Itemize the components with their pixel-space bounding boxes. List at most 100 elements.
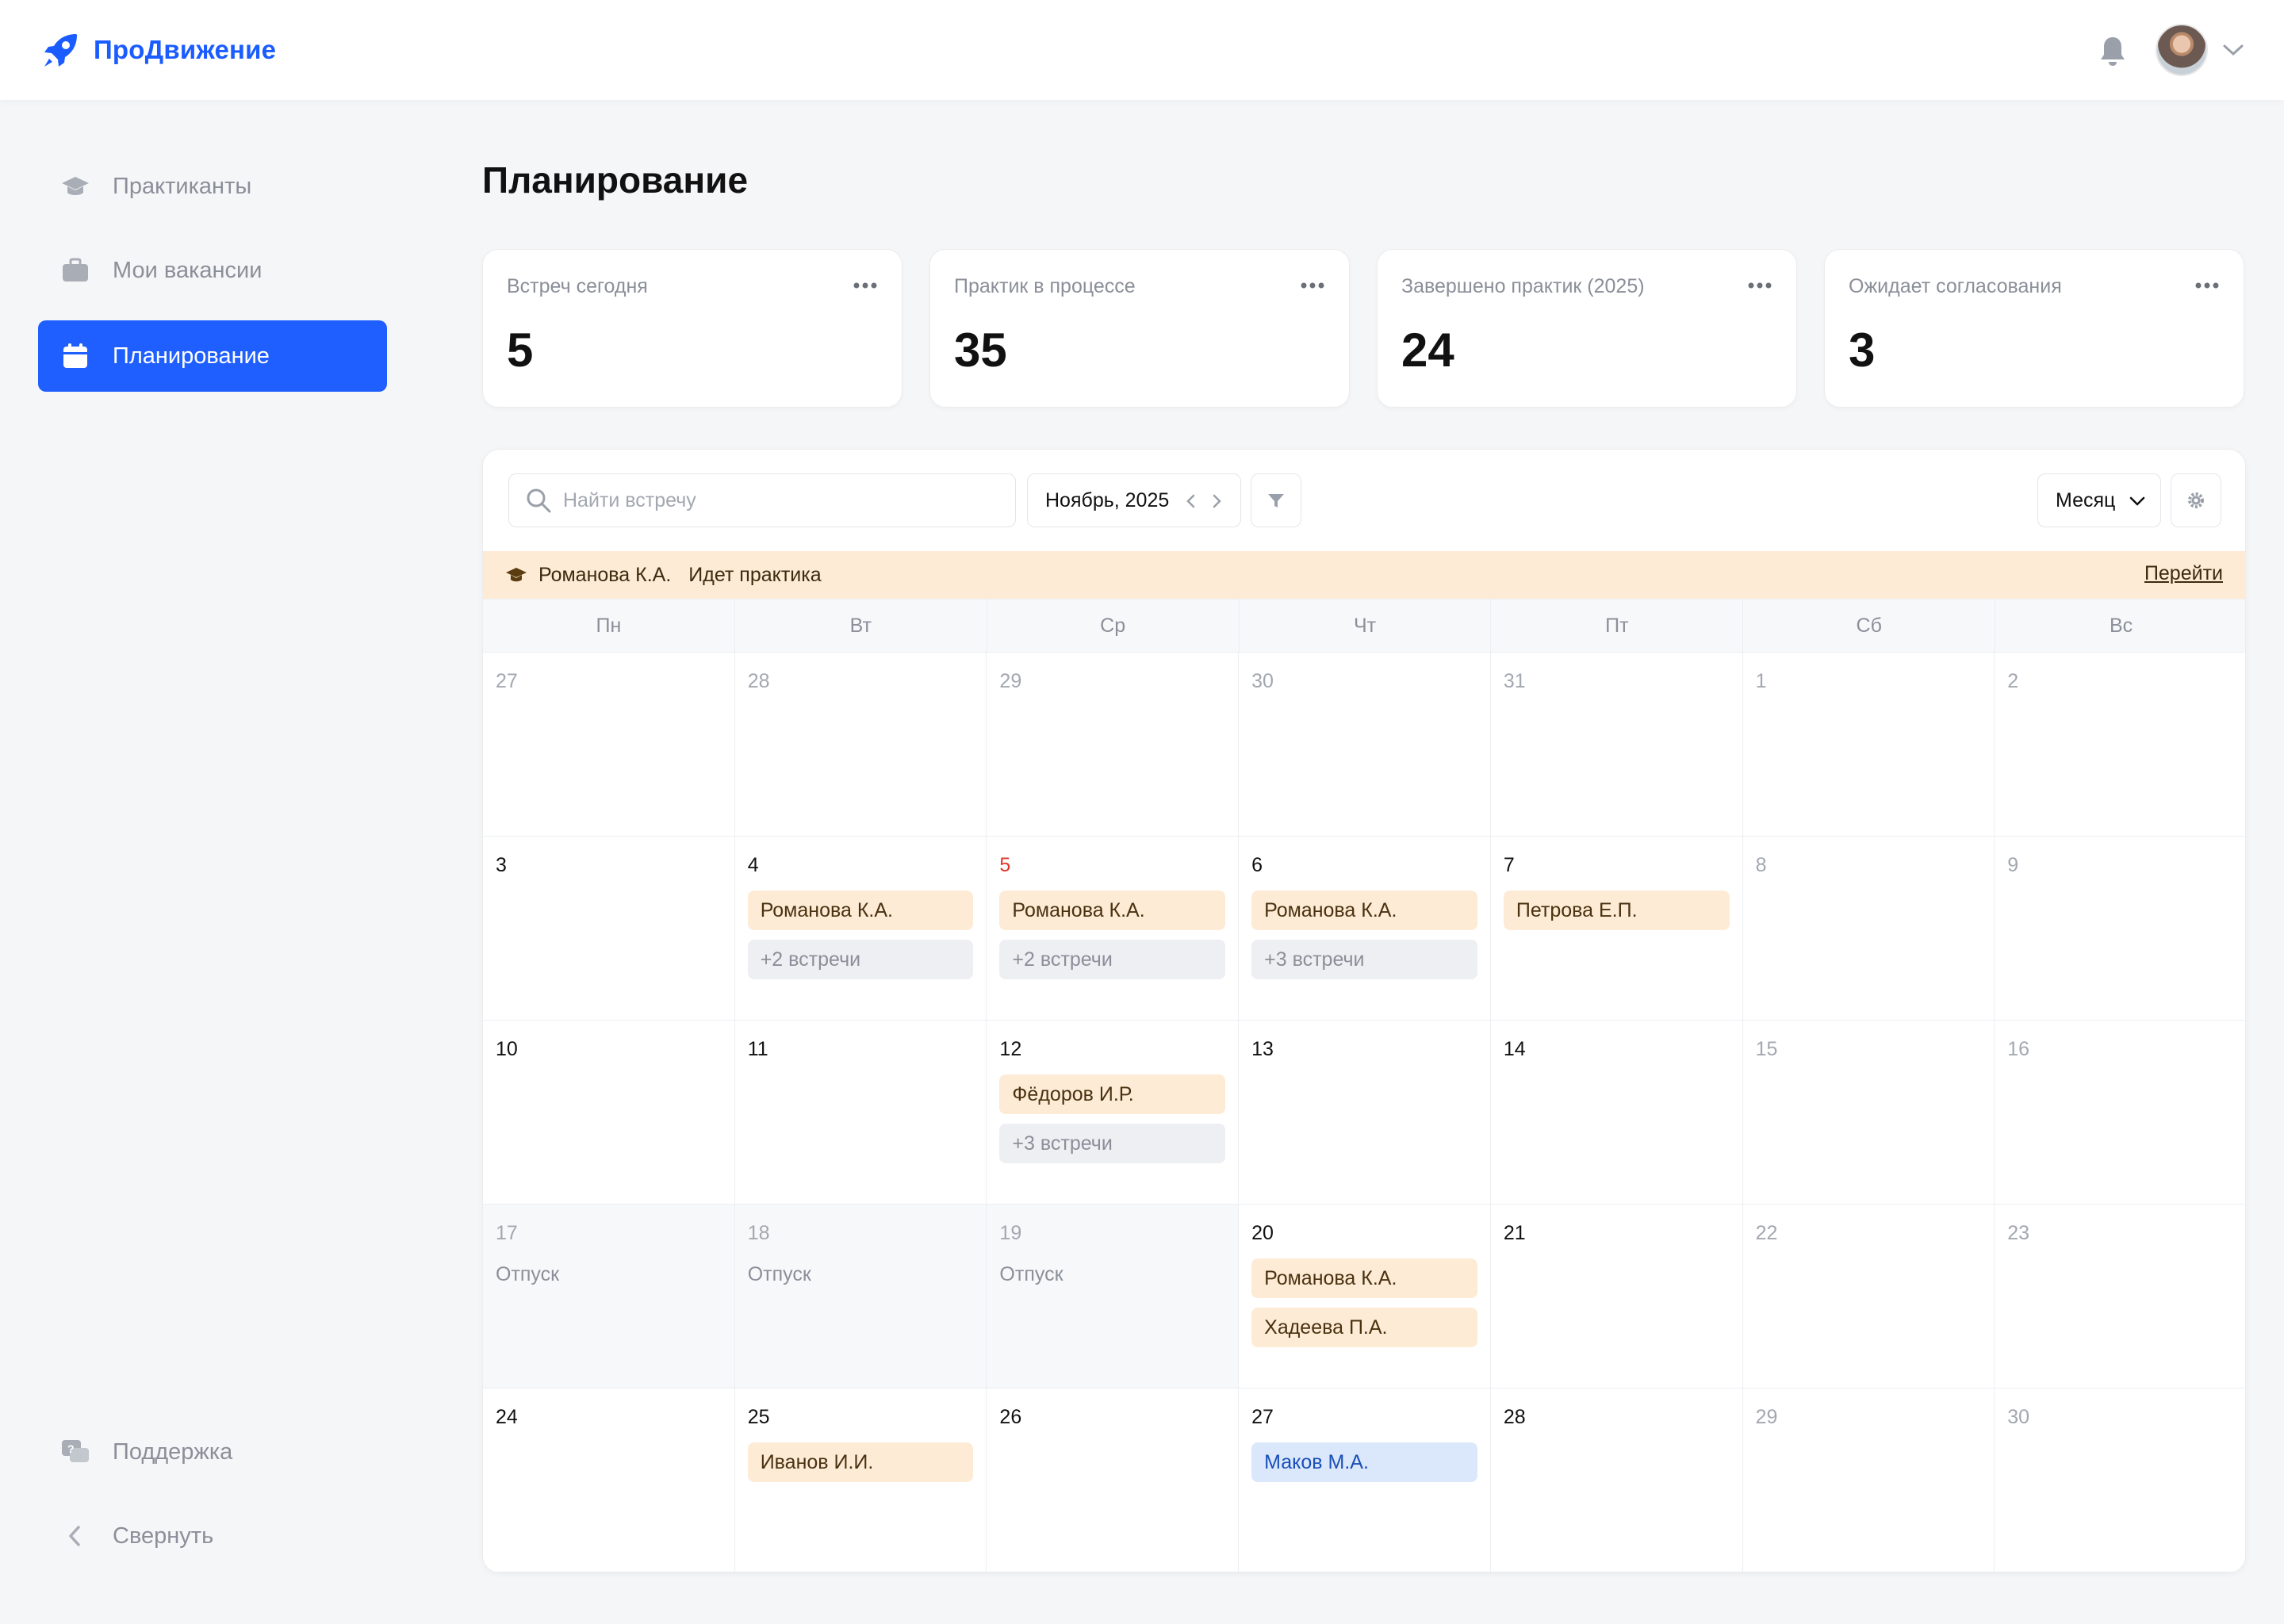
sidebar-item-planning[interactable]: Планирование xyxy=(38,320,387,392)
view-select[interactable]: Месяц xyxy=(2037,473,2161,527)
day-note: Отпуск xyxy=(999,1263,1063,1285)
filter-button[interactable] xyxy=(1251,473,1301,527)
chevron-down-icon[interactable] xyxy=(2222,43,2244,57)
calendar-day-cell[interactable]: 20 Романова К.А. Хадеева П.А. xyxy=(1239,1205,1491,1388)
more-dots-icon[interactable] xyxy=(1747,282,1772,289)
weekday-label: Вт xyxy=(735,599,987,652)
calendar-day-cell[interactable]: 2 xyxy=(1995,653,2245,837)
more-meetings-chip[interactable]: +3 встречи xyxy=(999,1124,1226,1163)
calendar-day-cell[interactable]: 23 xyxy=(1995,1205,2245,1388)
page-title: Планирование xyxy=(482,159,749,201)
banner-go-link[interactable]: Перейти xyxy=(2144,562,2223,585)
calendar-day-cell[interactable]: 17 Отпуск xyxy=(483,1205,735,1388)
day-number: 16 xyxy=(2007,1038,2030,1060)
meeting-chip[interactable]: Романова К.А. xyxy=(999,891,1226,930)
day-number: 4 xyxy=(747,854,759,876)
calendar-day-cell[interactable]: 21 xyxy=(1490,1205,1743,1388)
calendar-day-cell[interactable]: 6 Романова К.А. +3 встречи xyxy=(1239,837,1491,1021)
calendar-day-cell[interactable]: 25 Иванов И.И. xyxy=(734,1388,987,1572)
meeting-chip[interactable]: Хадеева П.А. xyxy=(1251,1308,1477,1347)
calendar-day-cell[interactable]: 27 xyxy=(483,653,735,837)
calendar-day-cell[interactable]: 14 xyxy=(1490,1021,1743,1205)
svg-text:?: ? xyxy=(67,1442,75,1455)
settings-button[interactable] xyxy=(2171,473,2221,527)
sidebar-item-interns[interactable]: Практиканты xyxy=(38,151,387,222)
day-number: 5 xyxy=(999,854,1011,876)
stat-value: 24 xyxy=(1401,324,1454,377)
meeting-chip[interactable]: Романова К.А. xyxy=(747,891,974,930)
day-number: 28 xyxy=(747,670,770,692)
calendar-day-cell[interactable]: 5 Романова К.А. +2 встречи xyxy=(987,837,1240,1021)
calendar-day-cell[interactable]: 12 Фёдоров И.Р. +3 встречи xyxy=(987,1021,1240,1205)
more-meetings-chip[interactable]: +2 встречи xyxy=(999,940,1226,979)
gear-icon xyxy=(2188,492,2204,508)
calendar-day-cell[interactable]: 30 xyxy=(1995,1388,2245,1572)
more-meetings-chip[interactable]: +3 встречи xyxy=(1251,940,1477,979)
calendar-day-cell[interactable]: 8 xyxy=(1742,837,1995,1021)
calendar-day-cell[interactable]: 7 Петрова Е.П. xyxy=(1490,837,1743,1021)
meeting-chip[interactable]: Иванов И.И. xyxy=(747,1442,974,1482)
bell-icon[interactable] xyxy=(2098,35,2127,67)
calendar-day-cell[interactable]: 22 xyxy=(1742,1205,1995,1388)
calendar-day-cell[interactable]: 18 Отпуск xyxy=(734,1205,987,1388)
day-note: Отпуск xyxy=(747,1263,811,1285)
calendar-day-cell[interactable]: 28 xyxy=(1490,1388,1743,1572)
chevron-left-icon xyxy=(69,1526,80,1546)
calendar-day-cell[interactable]: 4 Романова К.А. +2 встречи xyxy=(734,837,987,1021)
calendar-day-cell[interactable]: 3 xyxy=(483,837,735,1021)
more-dots-icon[interactable] xyxy=(1300,282,1325,289)
meeting-chip[interactable]: Маков М.А. xyxy=(1251,1442,1477,1482)
month-picker[interactable]: Ноябрь, 2025 xyxy=(1027,473,1241,527)
day-number: 3 xyxy=(496,854,507,876)
avatar[interactable] xyxy=(2156,24,2208,76)
search-box[interactable] xyxy=(508,473,1016,527)
more-dots-icon[interactable] xyxy=(853,282,878,289)
more-dots-icon[interactable] xyxy=(2194,282,2220,289)
day-number: 1 xyxy=(1755,670,1767,692)
sidebar-item-vacancies[interactable]: Мои вакансии xyxy=(38,235,387,306)
calendar-day-cell[interactable]: 26 xyxy=(987,1388,1240,1572)
meeting-chip[interactable]: Фёдоров И.Р. xyxy=(999,1074,1226,1114)
stat-label: Ожидает согласования xyxy=(1849,275,2062,297)
sidebar-item-label: Свернуть xyxy=(113,1522,214,1549)
day-number: 11 xyxy=(747,1038,768,1060)
calendar-icon xyxy=(63,343,87,368)
sidebar-collapse-button[interactable]: Свернуть xyxy=(38,1500,387,1572)
search-input[interactable] xyxy=(563,488,1007,512)
day-number: 15 xyxy=(1755,1038,1778,1060)
calendar-day-cell[interactable]: 27 Маков М.А. xyxy=(1239,1388,1491,1572)
stat-label: Завершено практик (2025) xyxy=(1401,275,1645,297)
sidebar-item-support[interactable]: ? Поддержка xyxy=(38,1416,387,1488)
calendar-day-cell[interactable]: 24 xyxy=(483,1388,735,1572)
day-number: 21 xyxy=(1503,1222,1526,1244)
meeting-chip[interactable]: Петрова Е.П. xyxy=(1503,891,1730,930)
calendar-day-cell[interactable]: 19 Отпуск xyxy=(987,1205,1240,1388)
weekday-label: Вс xyxy=(2109,614,2133,637)
meeting-chip[interactable]: Романова К.А. xyxy=(1251,1258,1477,1298)
weekday-label: Пт xyxy=(1491,599,1744,652)
calendar-day-cell[interactable]: 9 xyxy=(1995,837,2245,1021)
chevron-right-icon[interactable] xyxy=(1207,492,1226,511)
calendar-day-cell[interactable]: 16 xyxy=(1995,1021,2245,1205)
calendar-day-cell[interactable]: 28 xyxy=(734,653,987,837)
calendar-day-cell[interactable]: 29 xyxy=(1742,1388,1995,1572)
weekday-label: Сб xyxy=(1743,599,1996,652)
logo[interactable]: ПроДвижение xyxy=(41,30,276,70)
calendar-day-cell[interactable]: 15 xyxy=(1742,1021,1995,1205)
briefcase-icon xyxy=(63,258,88,282)
day-number: 29 xyxy=(1755,1406,1778,1428)
meeting-chip[interactable]: Романова К.А. xyxy=(1251,891,1477,930)
calendar-day-cell[interactable]: 1 xyxy=(1742,653,1995,837)
calendar-day-cell[interactable]: 10 xyxy=(483,1021,735,1205)
calendar-day-cell[interactable]: 29 xyxy=(987,653,1240,837)
chevron-left-icon[interactable] xyxy=(1182,492,1201,511)
calendar-day-cell[interactable]: 13 xyxy=(1239,1021,1491,1205)
calendar-day-cell[interactable]: 11 xyxy=(734,1021,987,1205)
day-number: 30 xyxy=(2007,1406,2030,1428)
weekday-header: Пн Вт Ср Чт Пт Сб Вс xyxy=(483,599,2245,653)
more-meetings-chip[interactable]: +2 встречи xyxy=(747,940,974,979)
calendar-day-cell[interactable]: 30 xyxy=(1239,653,1491,837)
day-number: 18 xyxy=(747,1222,770,1244)
calendar-day-cell[interactable]: 31 xyxy=(1490,653,1743,837)
view-select-value: Месяц xyxy=(2056,488,2116,511)
